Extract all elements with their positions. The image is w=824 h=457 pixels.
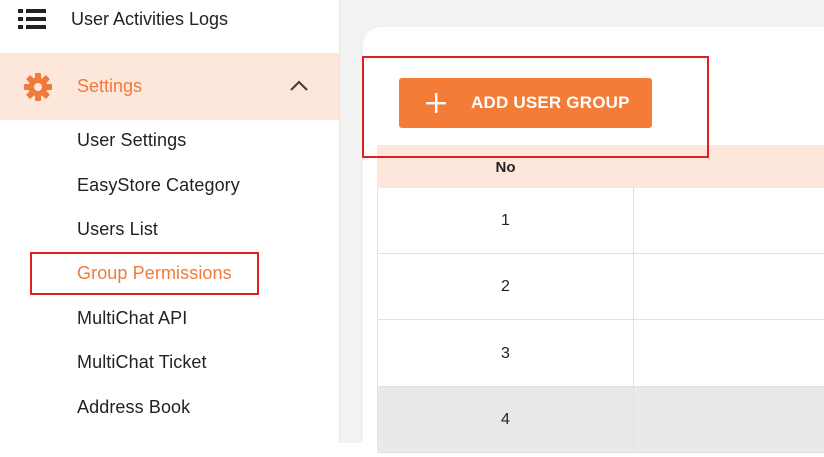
table-row[interactable]: 3 (377, 321, 824, 387)
row-number: 4 (501, 411, 510, 428)
table-header: No (377, 145, 824, 188)
column-divider (633, 254, 634, 319)
sidebar-item-settings[interactable]: Settings (0, 53, 339, 120)
chevron-up-icon[interactable] (288, 79, 310, 93)
sidebar-item-user-settings[interactable]: User Settings (77, 130, 186, 151)
sidebar-item-user-activities-logs[interactable]: User Activities Logs (0, 0, 339, 40)
column-divider (633, 188, 634, 253)
add-user-group-button[interactable]: ADD USER GROUP (399, 78, 652, 128)
sidebar-item-address-book[interactable]: Address Book (77, 397, 190, 418)
table-row[interactable]: 4 (377, 387, 824, 453)
gear-icon (24, 73, 52, 101)
table-row[interactable]: 2 (377, 254, 824, 320)
user-group-table: No 1 2 3 4 (377, 145, 824, 453)
table-row[interactable]: 1 (377, 188, 824, 254)
add-user-group-label: ADD USER GROUP (471, 93, 630, 112)
sidebar-item-users-list[interactable]: Users List (77, 219, 158, 240)
plus-icon (426, 93, 446, 113)
table-border (377, 188, 378, 443)
sidebar-item-group-permissions[interactable]: Group Permissions (77, 263, 232, 284)
row-number: 2 (501, 278, 510, 295)
sidebar: User Activities Logs Settings User Setti… (0, 0, 340, 443)
column-divider (633, 321, 634, 386)
sidebar-item-easystore-category[interactable]: EasyStore Category (77, 175, 240, 196)
row-number: 1 (501, 212, 510, 229)
list-icon (18, 9, 46, 29)
sidebar-item-multichat-api[interactable]: MultiChat API (77, 308, 187, 329)
column-divider (633, 387, 634, 452)
row-number: 3 (501, 345, 510, 362)
column-header-no: No (495, 159, 516, 176)
sidebar-item-label: User Activities Logs (71, 9, 229, 29)
sidebar-item-multichat-ticket[interactable]: MultiChat Ticket (77, 352, 207, 373)
sidebar-item-label: Settings (77, 76, 143, 96)
